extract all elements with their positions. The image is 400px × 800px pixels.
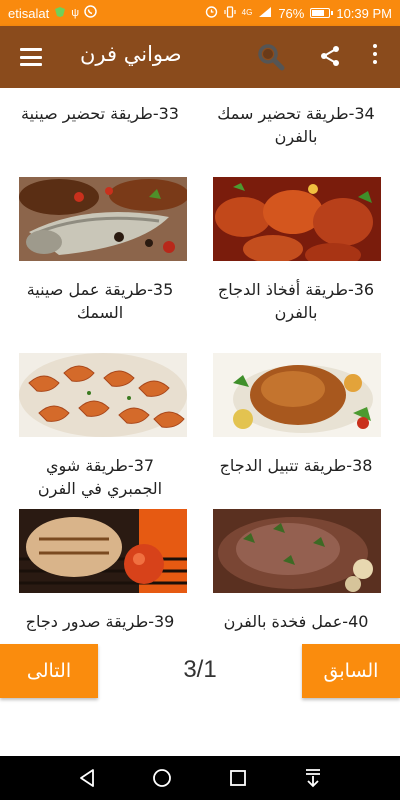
recipe-image-roast-chicken[interactable] bbox=[213, 353, 381, 437]
notification-pull-icon[interactable] bbox=[302, 767, 324, 789]
clock: 10:39 PM bbox=[336, 5, 392, 21]
back-icon[interactable] bbox=[76, 767, 98, 789]
recipe-image-roast-lamb[interactable] bbox=[213, 509, 381, 593]
next-page-button[interactable]: التالى bbox=[0, 644, 98, 698]
app-title: صواني فرن bbox=[80, 42, 182, 66]
whatsapp-icon bbox=[84, 5, 97, 21]
recipe-title: 38-طريقة تتبيل الدجاج bbox=[219, 456, 373, 475]
more-vert-icon[interactable] bbox=[368, 44, 382, 70]
recipe-image-grilled-chicken[interactable] bbox=[19, 509, 187, 593]
recipe-title: 36-طريقة أفخاذ الدجاج بالفرن bbox=[217, 280, 375, 322]
app-notification-icon bbox=[54, 6, 66, 21]
recipe-title: 33-طريقة تحضير صينية bbox=[21, 104, 179, 123]
recipe-image-shrimp[interactable] bbox=[19, 353, 187, 437]
system-nav-bar bbox=[0, 756, 400, 800]
vibrate-icon bbox=[224, 5, 236, 21]
recents-icon[interactable] bbox=[227, 767, 249, 789]
carrier-label: etisalat bbox=[8, 5, 50, 21]
share-icon[interactable] bbox=[318, 44, 342, 68]
recipe-title: 37-طريقة شوي الجمبري في الفرن bbox=[37, 456, 163, 498]
home-icon[interactable] bbox=[151, 767, 173, 789]
recipe-title: 35-طريقة عمل صينية السمك bbox=[26, 280, 174, 322]
recipe-image-baked-fish[interactable] bbox=[19, 177, 187, 261]
hamburger-menu-icon[interactable] bbox=[20, 48, 42, 66]
recipe-card[interactable]: 35-طريقة عمل صينية السمك bbox=[16, 278, 184, 324]
search-icon[interactable] bbox=[257, 43, 285, 71]
recipe-image-chicken-thighs[interactable] bbox=[213, 177, 381, 261]
recipe-card[interactable]: 39-طريقة صدور دجاج bbox=[16, 610, 184, 633]
recipe-card[interactable]: 33-طريقة تحضير صينية bbox=[16, 102, 184, 125]
previous-page-button[interactable]: السابق bbox=[302, 644, 400, 698]
pagination-bar: التالى 3/1 السابق bbox=[0, 644, 400, 756]
recipe-title: 40-عمل فخدة بالفرن bbox=[223, 612, 369, 631]
recipe-card[interactable]: 37-طريقة شوي الجمبري في الفرن bbox=[16, 454, 184, 500]
battery-icon bbox=[310, 8, 334, 18]
battery-percent: 76% bbox=[278, 5, 305, 21]
recipe-card[interactable]: 38-طريقة تتبيل الدجاج bbox=[212, 454, 380, 477]
recipe-grid[interactable]: 33-طريقة تحضير صينية 34-طريقة تحضير سمك … bbox=[0, 88, 400, 644]
signal-icon bbox=[258, 6, 272, 21]
recipe-card[interactable]: 36-طريقة أفخاذ الدجاج بالفرن bbox=[212, 278, 380, 324]
app-bar: صواني فرن bbox=[0, 26, 400, 88]
recipe-card[interactable]: 34-طريقة تحضير سمك بالفرن bbox=[212, 102, 380, 148]
recipe-title: 39-طريقة صدور دجاج bbox=[25, 612, 175, 631]
network-type-label: 4G bbox=[241, 8, 253, 17]
alarm-icon bbox=[205, 5, 218, 21]
usb-icon: ψ bbox=[71, 6, 80, 19]
status-bar: etisalat ψ 4G 76% 10:39 PM bbox=[0, 0, 400, 26]
recipe-title: 34-طريقة تحضير سمك بالفرن bbox=[217, 104, 375, 146]
recipe-card[interactable]: 40-عمل فخدة بالفرن bbox=[212, 610, 380, 633]
page-indicator: 3/1 bbox=[183, 656, 217, 683]
